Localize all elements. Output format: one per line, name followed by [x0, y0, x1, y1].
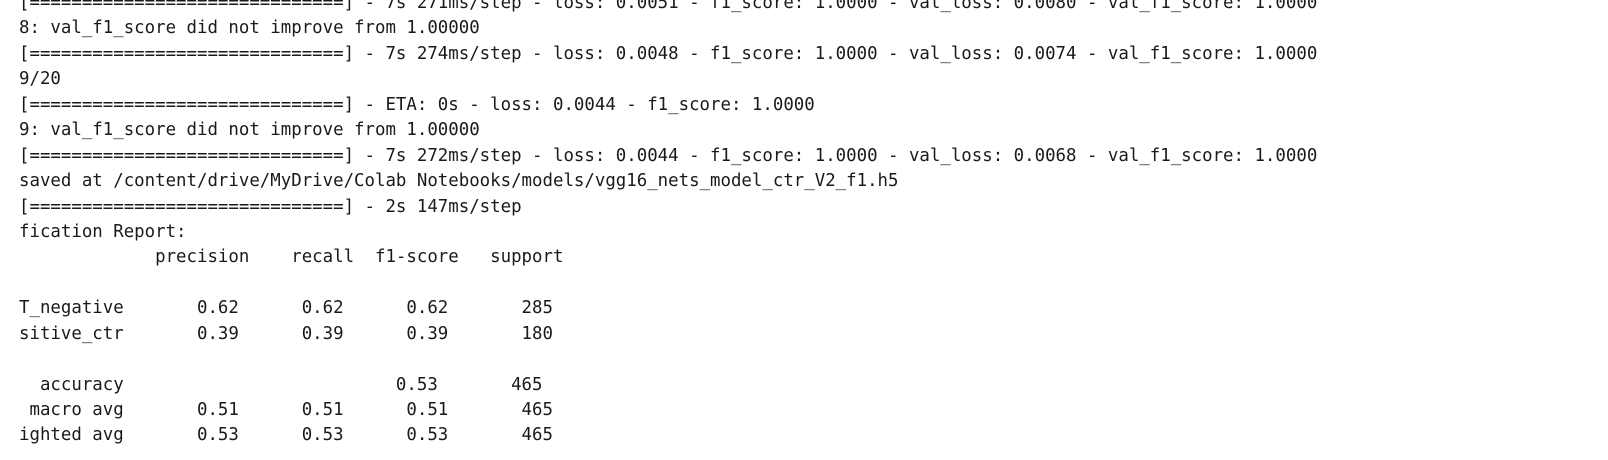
output-line: saved at /content/drive/MyDrive/Colab No…: [19, 171, 899, 192]
output-line: 9/20: [19, 69, 61, 90]
output-line: [==============================] - 7s 27…: [19, 145, 1318, 166]
report-row-negative: T_negative 0.62 0.62 0.62 285: [19, 298, 553, 319]
output-line: [==============================] - 7s 27…: [19, 43, 1318, 64]
console-output: [==============================] - 7s 27…: [19, 0, 1317, 449]
output-line: 8: val_f1_score did not improve from 1.0…: [19, 18, 480, 39]
output-line: [==============================] - 2s 14…: [19, 196, 522, 217]
report-header-row: precision recall f1-score support: [19, 247, 564, 268]
output-line: [==============================] - 7s 27…: [19, 0, 1318, 13]
output-line: [==============================] - ETA: …: [19, 94, 815, 115]
report-row-positive: sitive_ctr 0.39 0.39 0.39 180: [19, 323, 553, 344]
output-line: fication Report:: [19, 221, 187, 242]
output-line: 9: val_f1_score did not improve from 1.0…: [19, 120, 480, 141]
report-row-accuracy: accuracy 0.53 465: [19, 374, 543, 395]
report-row-macro-avg: macro avg 0.51 0.51 0.51 465: [19, 400, 553, 420]
report-row-weighted-avg: ighted avg 0.53 0.53 0.53 465: [19, 425, 553, 446]
